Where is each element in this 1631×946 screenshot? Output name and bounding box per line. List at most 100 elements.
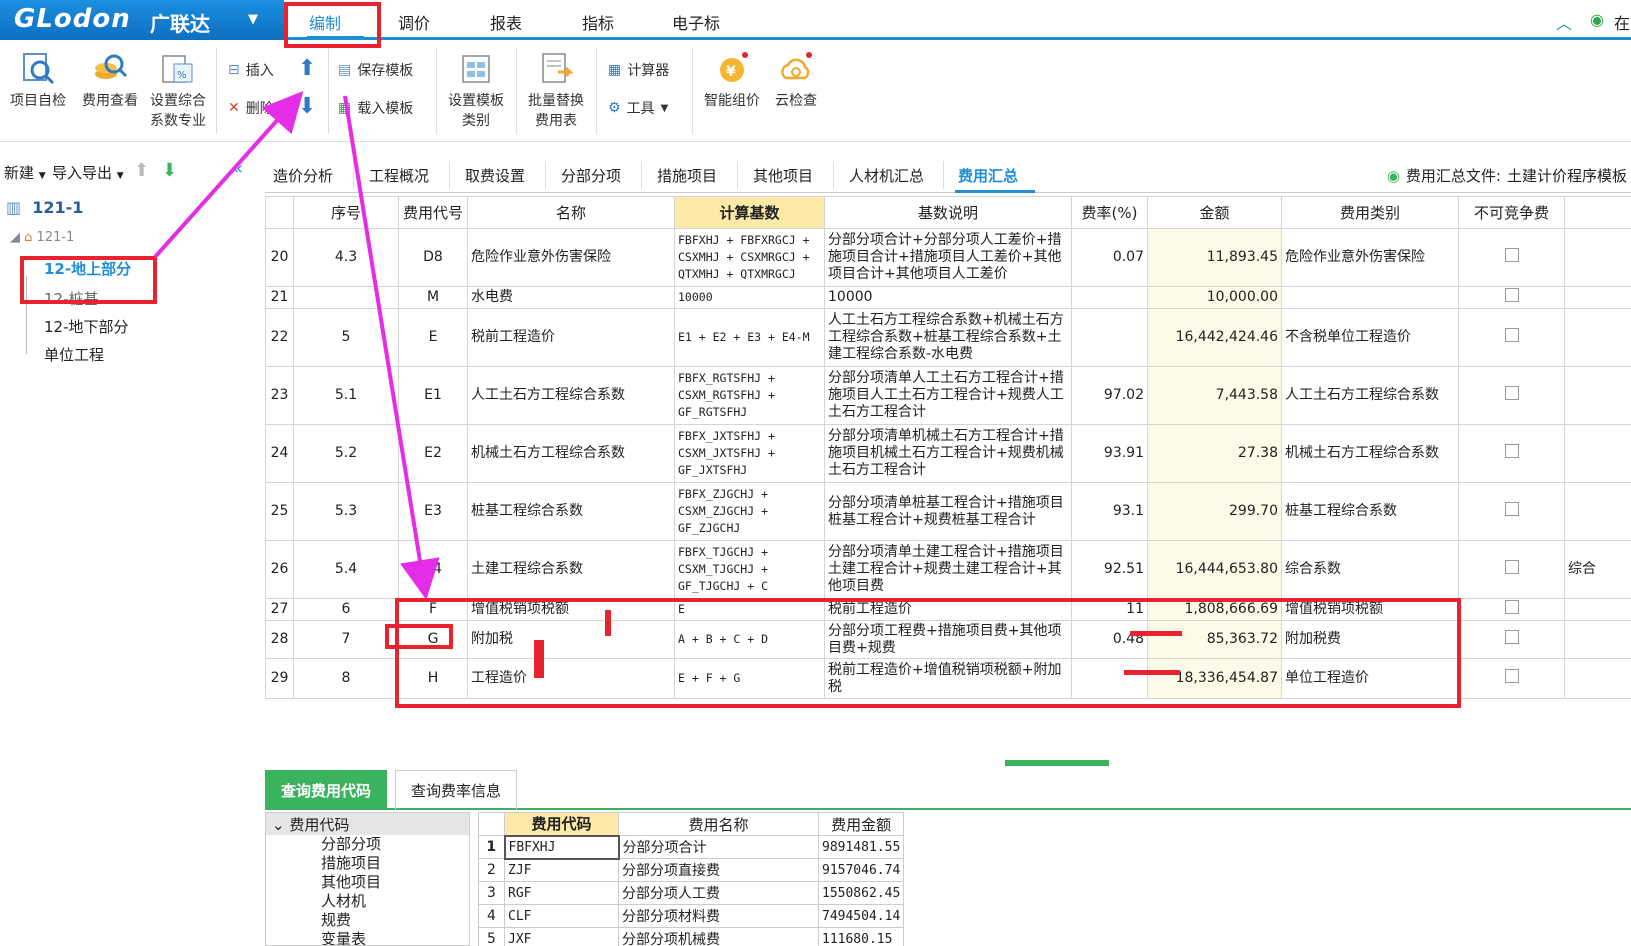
code-cell-code[interactable]: FBFXHJ — [503, 834, 620, 860]
tree-sub-node[interactable]: ◢ ⌂ 121-1 — [10, 230, 74, 245]
grid-cell-name[interactable]: 机械土石方工程综合系数 — [467, 424, 675, 483]
grid-cell-name[interactable]: 人工土石方工程综合系数 — [467, 366, 675, 425]
code-cell-amount[interactable]: 111680.15 — [817, 927, 905, 946]
grid-cell-amount[interactable]: 7,443.58 — [1147, 366, 1282, 425]
grid-cell-rate[interactable]: 92.51 — [1071, 540, 1148, 599]
tools-button[interactable]: ⚙ 工具 ▼ — [608, 98, 668, 118]
grid-cell-seq[interactable]: 8 — [293, 658, 399, 699]
tab-other-items[interactable]: 其他项目 — [753, 165, 813, 186]
checkbox[interactable] — [1504, 600, 1519, 614]
grid-cell-category[interactable]: 综合系数 — [1281, 540, 1459, 599]
col-header-amount[interactable]: 金额 — [1147, 196, 1282, 229]
table-row[interactable]: 25 5.3 E3 桩基工程综合系数 FBFX_ZJGCHJ + CSXM_ZJGCHJ… — [265, 482, 1631, 541]
tree-node-other-items[interactable]: 其他项目 — [321, 871, 381, 892]
table-row[interactable]: 24 5.2 E2 机械土石方工程综合系数 FBFX_JXTSFHJ + CSXM_JX… — [265, 424, 1631, 483]
grid-cell-name[interactable]: 危险作业意外伤害保险 — [467, 228, 675, 287]
grid-cell-rate[interactable]: 97.02 — [1071, 366, 1148, 425]
grid-cell-base-desc[interactable]: 人工土石方工程综合系数+机械土石方工程综合系数+桩基工程综合系数+土建工程综合系… — [824, 308, 1072, 367]
code-cell-amount[interactable]: 7494504.14 — [817, 904, 905, 928]
grid-cell-base[interactable]: 10000 — [674, 286, 825, 309]
table-row[interactable]: 21 M 水电费 10000 10000 10,000.00 — [265, 286, 1631, 309]
code-cell-code[interactable]: ZJF — [504, 858, 619, 882]
save-template-button[interactable]: ▤ 保存模板 — [338, 60, 413, 80]
col-header-non-competitive[interactable]: 不可竞争费 — [1458, 196, 1565, 229]
code-cell-name[interactable]: 分部分项机械费 — [618, 927, 819, 946]
move-up-button[interactable]: ⬆ — [298, 56, 316, 81]
grid-cell-code[interactable]: M — [398, 286, 468, 309]
calculator-button[interactable]: ▦ 计算器 — [608, 60, 669, 80]
code-cell-code[interactable]: JXF — [504, 927, 619, 946]
grid-cell-amount[interactable]: 10,000.00 — [1147, 286, 1282, 309]
col-header-base[interactable]: 计算基数 — [674, 196, 825, 229]
tab-sub-items[interactable]: 分部分项 — [561, 165, 621, 186]
set-coef-button[interactable]: % 设置综合 系数专业 — [146, 50, 210, 130]
code-col-code[interactable]: 费用代码 — [504, 812, 619, 836]
grid-cell-seq[interactable]: 5 — [293, 308, 399, 367]
support-icon[interactable]: ◉ — [1590, 10, 1604, 29]
grid-cell-amount[interactable]: 16,442,424.46 — [1147, 308, 1282, 367]
grid-cell-base[interactable]: FBFX_RGTSFHJ + CSXM_RGTSFHJ + GF_RGTSFHJ — [674, 366, 825, 425]
tree-project-node[interactable]: ▥ 121-1 — [6, 198, 83, 217]
move-up-icon[interactable]: ⬆ — [134, 160, 149, 181]
grid-cell-rate[interactable] — [1071, 286, 1148, 309]
grid-cell-category[interactable]: 桩基工程综合系数 — [1281, 482, 1459, 541]
menu-tab-e-bid[interactable]: 电子标 — [672, 10, 720, 34]
grid-cell-base[interactable]: FBFX_JXTSFHJ + CSXM_JXTSFHJ + GF_JXTSFHJ — [674, 424, 825, 483]
tree-node-sub-items[interactable]: 分部分项 — [321, 833, 381, 854]
panel-splitter[interactable] — [1005, 760, 1109, 766]
grid-cell-category[interactable]: 不含税单位工程造价 — [1281, 308, 1459, 367]
grid-cell-code[interactable]: E — [398, 308, 468, 367]
table-row[interactable]: 4 CLF 分部分项材料费 7494504.14 — [478, 904, 905, 928]
checkbox[interactable] — [1504, 328, 1519, 342]
table-row[interactable]: 1 FBFXHJ 分部分项合计 9891481.55 — [478, 834, 905, 860]
menu-tab-adjust-price[interactable]: 调价 — [398, 10, 430, 34]
grid-cell-base-desc[interactable]: 分部分项清单桩基工程合计+措施项目桩基工程合计+规费桩基工程合计 — [824, 482, 1072, 541]
grid-cell-amount[interactable]: 11,893.45 — [1147, 228, 1282, 287]
collapse-panel-icon[interactable]: « — [232, 158, 243, 179]
grid-cell-base-desc[interactable]: 分部分项合计+分部分项人工差价+措施项目合计+措施项目人工差价+其他项目合计+其… — [824, 228, 1072, 287]
code-cell-amount[interactable]: 9157046.74 — [817, 858, 905, 882]
smart-price-button[interactable]: ¥ 智能组价 — [700, 50, 764, 110]
tree-item-unit-project[interactable]: 单位工程 — [44, 344, 104, 365]
col-header-category[interactable]: 费用类别 — [1281, 196, 1459, 229]
grid-cell-amount[interactable]: 27.38 — [1147, 424, 1282, 483]
checkbox[interactable] — [1504, 630, 1519, 644]
insert-button[interactable]: ⊟ 插入 — [228, 60, 274, 80]
grid-cell-category[interactable]: 危险作业意外伤害保险 — [1281, 228, 1459, 287]
table-row[interactable]: 3 RGF 分部分项人工费 1550862.45 — [478, 881, 905, 905]
grid-cell-seq[interactable]: 4.3 — [293, 228, 399, 287]
grid-cell-amount[interactable]: 299.70 — [1147, 482, 1282, 541]
tab-labor-material-summary[interactable]: 人材机汇总 — [849, 165, 924, 186]
menu-tab-report[interactable]: 报表 — [490, 10, 522, 34]
grid-cell-base-desc[interactable]: 分部分项清单人工土石方工程合计+措施项目人工土石方工程合计+规费人工土石方工程合… — [824, 366, 1072, 425]
grid-cell-rate[interactable]: 93.1 — [1071, 482, 1148, 541]
table-row[interactable]: 22 5 E 税前工程造价 E1 + E2 + E3 + E4-M 人工土石方工程综合系数… — [265, 308, 1631, 367]
delete-button[interactable]: ✕ 删除 — [228, 98, 274, 118]
collapse-ribbon-icon[interactable]: ︿ — [1556, 10, 1572, 34]
grid-cell-name[interactable]: 水电费 — [467, 286, 675, 309]
tree-node-measures[interactable]: 措施项目 — [321, 852, 381, 873]
menu-tab-indicator[interactable]: 指标 — [582, 10, 614, 34]
import-export-button[interactable]: 导入导出 ▼ — [52, 162, 124, 183]
batch-replace-button[interactable]: 批量替换 费用表 — [524, 50, 588, 130]
grid-cell-seq[interactable]: 5.4 — [293, 540, 399, 599]
grid-cell-seq[interactable] — [293, 286, 399, 309]
grid-cell-base[interactable]: FBFXHJ + FBFXRGCJ + CSXMHJ + CSXMRGCJ + … — [674, 228, 825, 287]
app-logo[interactable]: GLodon 广联达 ▼ — [0, 0, 284, 40]
col-header-seq[interactable]: 序号 — [293, 196, 399, 229]
tree-node-variables[interactable]: 变量表 — [321, 928, 366, 945]
code-cell-amount[interactable]: 1550862.45 — [817, 881, 905, 905]
grid-cell-code[interactable]: E3 — [398, 482, 468, 541]
checkbox[interactable] — [1504, 444, 1519, 458]
grid-cell-code[interactable]: D8 — [398, 228, 468, 287]
project-check-button[interactable]: 项目自检 — [6, 50, 70, 110]
grid-cell-amount[interactable]: 16,444,653.80 — [1147, 540, 1282, 599]
grid-cell-code[interactable]: E4 — [398, 540, 468, 599]
code-col-amount[interactable]: 费用金额 — [817, 812, 905, 836]
new-button[interactable]: 新建 ▼ — [4, 162, 46, 183]
grid-cell-code[interactable]: E1 — [398, 366, 468, 425]
code-col-name[interactable]: 费用名称 — [618, 812, 819, 836]
table-row[interactable]: 2 ZJF 分部分项直接费 9157046.74 — [478, 858, 905, 882]
code-cell-name[interactable]: 分部分项人工费 — [618, 881, 819, 905]
grid-cell-category[interactable] — [1281, 286, 1459, 309]
